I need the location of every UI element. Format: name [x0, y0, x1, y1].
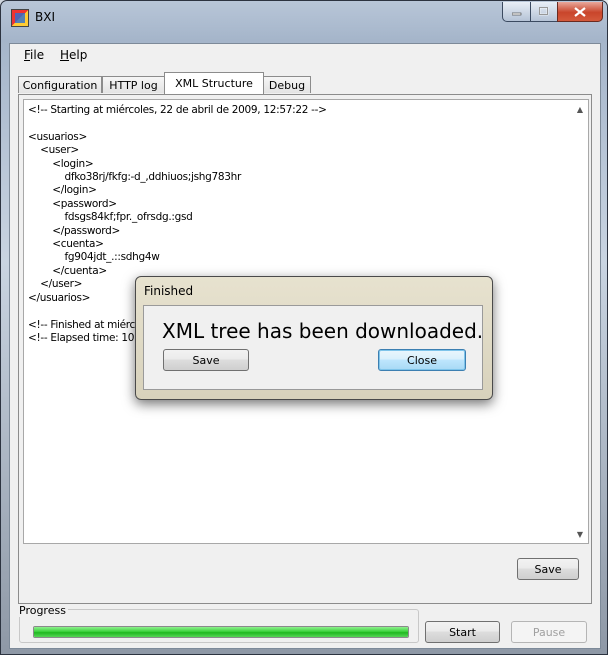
- tab-label: XML Structure: [175, 77, 253, 90]
- dialog-body: XML tree has been downloaded. Save Close: [143, 305, 483, 390]
- menu-help-label: elp: [69, 48, 88, 62]
- progress-label: Progress: [17, 604, 68, 617]
- scroll-up-arrow-icon[interactable]: ▲: [574, 103, 586, 115]
- maximize-icon: [539, 7, 549, 16]
- window-title: BXI: [35, 10, 55, 24]
- progress-fill: [34, 627, 408, 637]
- dialog-message: XML tree has been downloaded.: [162, 319, 484, 343]
- start-button[interactable]: Start: [425, 621, 500, 643]
- menu-file[interactable]: File: [24, 48, 44, 62]
- app-window: BXI File Help Configuration HTTP log XML…: [0, 0, 608, 655]
- pause-button[interactable]: Pause: [511, 621, 587, 643]
- progress-bar: [33, 626, 409, 638]
- button-label: Save: [534, 562, 562, 576]
- button-label: Start: [449, 625, 476, 639]
- button-label: Save: [192, 353, 220, 367]
- save-xml-button[interactable]: Save: [517, 558, 579, 580]
- menu-bar: File Help: [10, 44, 600, 66]
- menu-file-label: ile: [30, 48, 45, 62]
- dialog-title: Finished: [144, 284, 194, 298]
- title-bar[interactable]: BXI: [1, 1, 607, 35]
- tab-configuration[interactable]: Configuration: [18, 76, 102, 93]
- menu-help[interactable]: Help: [60, 48, 87, 62]
- close-icon: [574, 6, 586, 17]
- tab-debug[interactable]: Debug: [263, 76, 311, 93]
- tab-strip: Configuration HTTP log XML Structure Deb…: [18, 72, 598, 94]
- dialog-close-button[interactable]: Close: [378, 349, 466, 371]
- tab-http-log[interactable]: HTTP log: [102, 76, 165, 93]
- dialog-save-button[interactable]: Save: [163, 349, 249, 371]
- menu-help-mnemonic: H: [60, 48, 70, 62]
- tab-xml-structure[interactable]: XML Structure: [164, 72, 264, 94]
- button-label: Close: [407, 353, 437, 367]
- button-label: Pause: [532, 625, 566, 639]
- finished-dialog: Finished XML tree has been downloaded. S…: [135, 276, 493, 400]
- tab-label: Debug: [268, 78, 306, 92]
- minimize-icon: [511, 12, 521, 15]
- tab-label: Configuration: [22, 78, 98, 92]
- tab-label: HTTP log: [109, 78, 158, 92]
- minimize-button[interactable]: [502, 2, 531, 22]
- app-icon: [11, 9, 29, 27]
- scroll-down-arrow-icon[interactable]: ▼: [574, 528, 586, 540]
- close-window-button[interactable]: [557, 2, 603, 22]
- maximize-button[interactable]: [530, 2, 558, 22]
